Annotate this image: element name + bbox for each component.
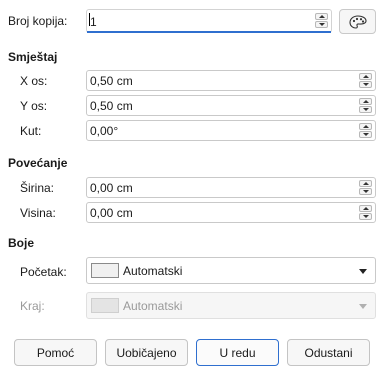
x-axis-value[interactable]: 0,50 cm [90,74,133,88]
width-label: Širina: [20,181,55,195]
x-axis-spinbox[interactable]: 0,50 cm [86,70,376,91]
chevron-down-icon [359,304,367,309]
text-cursor [89,13,90,26]
arrow-up-icon [362,125,369,128]
height-value[interactable]: 0,00 cm [90,206,133,220]
arrow-down-icon [362,190,369,193]
y-axis-increment-button[interactable] [359,98,372,105]
reset-button[interactable]: Uobičajeno [105,339,188,366]
end-color-dropdown: Automatski [86,292,376,319]
arrow-down-icon [362,133,369,136]
start-color-label: Početak: [20,265,67,279]
y-axis-decrement-button[interactable] [359,106,372,113]
angle-increment-button[interactable] [359,123,372,130]
width-decrement-button[interactable] [359,188,372,195]
copies-label: Broj kopija: [8,14,68,28]
color-palette-icon [348,14,367,29]
arrow-up-icon [362,207,369,210]
x-axis-label: X os: [20,74,48,88]
x-axis-increment-button[interactable] [359,73,372,80]
start-color-swatch [91,263,119,278]
y-axis-value[interactable]: 0,50 cm [90,99,133,113]
angle-label: Kut: [20,124,42,138]
colors-heading: Boje [8,236,35,250]
arrow-down-icon [362,215,369,218]
copies-focus-underline [87,31,331,33]
copies-value[interactable]: 1 [90,15,97,29]
height-increment-button[interactable] [359,205,372,212]
end-color-swatch [91,298,119,313]
copies-spinbox[interactable]: 1 [86,9,332,33]
chevron-down-icon [359,269,367,274]
angle-decrement-button[interactable] [359,131,372,138]
color-palette-button[interactable] [339,9,376,34]
arrow-up-icon [362,182,369,185]
height-decrement-button[interactable] [359,213,372,220]
copies-decrement-button[interactable] [315,21,328,28]
arrow-up-icon [362,100,369,103]
cancel-button[interactable]: Odustani [287,339,370,366]
width-value[interactable]: 0,00 cm [90,181,133,195]
angle-value[interactable]: 0,00° [90,124,118,138]
width-spinbox[interactable]: 0,00 cm [86,177,376,198]
placement-heading: Smještaj [8,50,58,64]
arrow-down-icon [362,108,369,111]
end-color-label: Kraj: [20,299,45,313]
angle-spinbox[interactable]: 0,00° [86,120,376,141]
arrow-up-icon [318,15,325,18]
start-color-value: Automatski [123,264,183,278]
height-spinbox[interactable]: 0,00 cm [86,202,376,223]
x-axis-decrement-button[interactable] [359,81,372,88]
arrow-down-icon [318,23,325,26]
arrow-up-icon [362,75,369,78]
y-axis-spinbox[interactable]: 0,50 cm [86,95,376,116]
start-color-dropdown[interactable]: Automatski [86,257,376,284]
ok-button[interactable]: U redu [196,339,279,366]
copies-increment-button[interactable] [315,13,328,20]
height-label: Visina: [20,206,56,220]
width-increment-button[interactable] [359,180,372,187]
help-button[interactable]: Pomoć [14,339,97,366]
enlargement-heading: Povećanje [8,156,68,170]
arrow-down-icon [362,83,369,86]
end-color-value: Automatski [123,299,183,313]
y-axis-label: Y os: [20,99,48,113]
